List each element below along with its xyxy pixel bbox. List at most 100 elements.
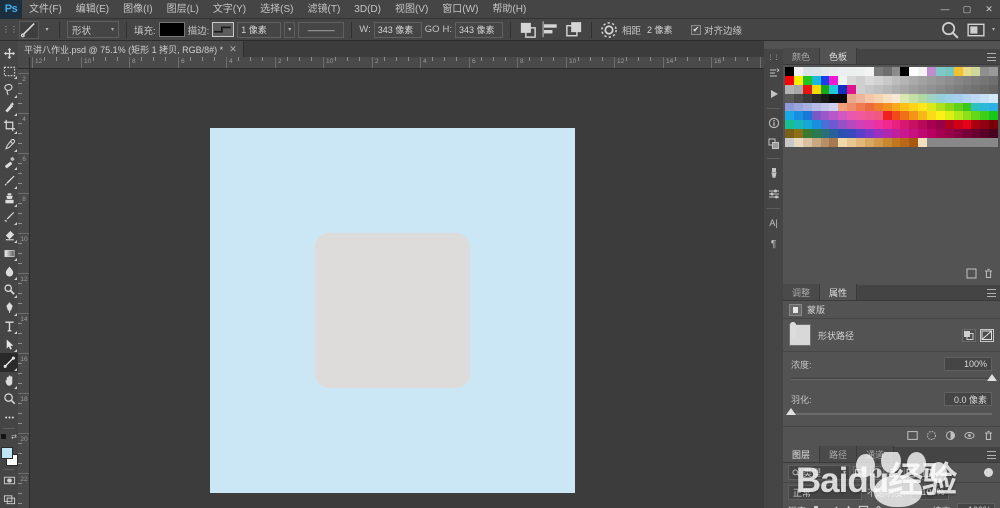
color-swatch[interactable] bbox=[892, 67, 901, 76]
pen-tool[interactable] bbox=[0, 299, 18, 317]
lock-transparency-icon[interactable] bbox=[813, 505, 824, 508]
color-swatch[interactable] bbox=[838, 103, 847, 112]
width-input[interactable]: 343 像素 bbox=[374, 22, 422, 38]
tab-color[interactable]: 颜色 bbox=[783, 48, 820, 64]
color-swatch[interactable] bbox=[883, 67, 892, 76]
color-swatch[interactable] bbox=[900, 129, 909, 138]
quick-selection-tool[interactable] bbox=[0, 99, 18, 117]
menu-3d[interactable]: 3D(D) bbox=[347, 0, 388, 19]
color-swatch[interactable] bbox=[821, 76, 830, 85]
color-swatch[interactable] bbox=[821, 120, 830, 129]
mask-thumbnail[interactable] bbox=[789, 324, 811, 346]
color-swatch[interactable] bbox=[918, 111, 927, 120]
color-swatch[interactable] bbox=[821, 138, 830, 147]
color-swatch[interactable] bbox=[945, 111, 954, 120]
color-swatch[interactable] bbox=[812, 129, 821, 138]
brush-settings-icon[interactable] bbox=[764, 184, 783, 204]
color-swatch[interactable] bbox=[785, 103, 794, 112]
color-swatch[interactable] bbox=[803, 85, 812, 94]
color-swatch[interactable] bbox=[900, 67, 909, 76]
menu-select[interactable]: 选择(S) bbox=[253, 0, 300, 19]
artboard[interactable] bbox=[210, 128, 575, 493]
mask-options-icon[interactable] bbox=[907, 430, 918, 441]
stroke-color-swatch[interactable] bbox=[212, 22, 234, 37]
color-swatch[interactable] bbox=[989, 94, 998, 103]
color-swatch[interactable] bbox=[989, 103, 998, 112]
color-swatch[interactable] bbox=[856, 120, 865, 129]
edit-toolbar-button[interactable] bbox=[0, 408, 18, 426]
density-value[interactable]: 100% bbox=[944, 357, 992, 371]
move-tool[interactable] bbox=[0, 44, 18, 62]
filter-type-icon[interactable] bbox=[887, 466, 901, 480]
shape-tool-icon[interactable] bbox=[19, 21, 39, 39]
panel-menu-icon[interactable] bbox=[987, 289, 996, 297]
color-swatch[interactable] bbox=[945, 76, 954, 85]
color-swatch[interactable] bbox=[900, 85, 909, 94]
clone-stamp-tool[interactable] bbox=[0, 190, 18, 208]
color-swatch[interactable] bbox=[821, 85, 830, 94]
color-swatch[interactable] bbox=[927, 67, 936, 76]
color-swatch[interactable] bbox=[856, 67, 865, 76]
color-swatch[interactable] bbox=[918, 67, 927, 76]
lasso-tool[interactable] bbox=[0, 80, 18, 98]
color-swatch[interactable] bbox=[980, 85, 989, 94]
color-swatch[interactable] bbox=[838, 138, 847, 147]
color-swatch[interactable] bbox=[900, 76, 909, 85]
color-swatch[interactable] bbox=[936, 85, 945, 94]
color-swatch[interactable] bbox=[954, 76, 963, 85]
color-swatch[interactable] bbox=[812, 76, 821, 85]
color-swatch[interactable] bbox=[971, 67, 980, 76]
color-swatch[interactable] bbox=[856, 76, 865, 85]
color-swatch[interactable] bbox=[980, 138, 989, 147]
color-swatch[interactable] bbox=[980, 120, 989, 129]
lock-image-icon[interactable] bbox=[828, 505, 839, 508]
color-swatch[interactable] bbox=[883, 94, 892, 103]
delete-mask-icon[interactable] bbox=[983, 430, 994, 441]
path-align-icon[interactable] bbox=[541, 21, 561, 39]
color-swatch[interactable] bbox=[838, 85, 847, 94]
color-swatch[interactable] bbox=[892, 120, 901, 129]
color-swatch[interactable] bbox=[909, 103, 918, 112]
color-swatch[interactable] bbox=[794, 85, 803, 94]
filter-pixel-icon[interactable] bbox=[853, 466, 867, 480]
color-swatch[interactable] bbox=[874, 94, 883, 103]
color-swatch[interactable] bbox=[803, 76, 812, 85]
delete-swatch-icon[interactable] bbox=[983, 268, 994, 279]
color-swatch[interactable] bbox=[971, 85, 980, 94]
color-swatch[interactable] bbox=[883, 120, 892, 129]
color-swatch[interactable] bbox=[847, 103, 856, 112]
filter-smart-icon[interactable] bbox=[921, 466, 935, 480]
color-swatch[interactable] bbox=[918, 103, 927, 112]
color-swatch[interactable] bbox=[936, 129, 945, 138]
color-swatch[interactable] bbox=[909, 120, 918, 129]
color-swatch[interactable] bbox=[856, 138, 865, 147]
color-swatch[interactable] bbox=[918, 138, 927, 147]
blur-tool[interactable] bbox=[0, 262, 18, 280]
color-swatch[interactable] bbox=[856, 85, 865, 94]
color-swatch[interactable] bbox=[883, 103, 892, 112]
menu-edit[interactable]: 编辑(E) bbox=[69, 0, 116, 19]
color-swatch[interactable] bbox=[963, 138, 972, 147]
tool-preset-chevron[interactable]: ▾ bbox=[42, 26, 52, 33]
color-swatch[interactable] bbox=[945, 103, 954, 112]
color-swatch[interactable] bbox=[954, 120, 963, 129]
color-swatch[interactable] bbox=[963, 103, 972, 112]
color-swatch[interactable] bbox=[980, 94, 989, 103]
color-swatch[interactable] bbox=[803, 67, 812, 76]
color-swatch[interactable] bbox=[821, 67, 830, 76]
lock-position-icon[interactable] bbox=[843, 505, 854, 508]
rounded-rectangle-shape[interactable] bbox=[315, 233, 470, 388]
color-swatch[interactable] bbox=[963, 111, 972, 120]
default-colors-icon[interactable] bbox=[1, 434, 6, 439]
options-grip[interactable]: ⋮⋮ bbox=[4, 21, 16, 39]
color-swatch[interactable] bbox=[865, 67, 874, 76]
color-swatch[interactable] bbox=[856, 94, 865, 103]
quick-mask-button[interactable] bbox=[0, 472, 18, 490]
color-swatch[interactable] bbox=[803, 103, 812, 112]
color-swatch[interactable] bbox=[856, 111, 865, 120]
color-swatch[interactable] bbox=[829, 85, 838, 94]
panel-menu-icon[interactable] bbox=[987, 53, 996, 61]
color-swatch[interactable] bbox=[847, 94, 856, 103]
color-swatch[interactable] bbox=[847, 138, 856, 147]
color-swatch[interactable] bbox=[936, 67, 945, 76]
